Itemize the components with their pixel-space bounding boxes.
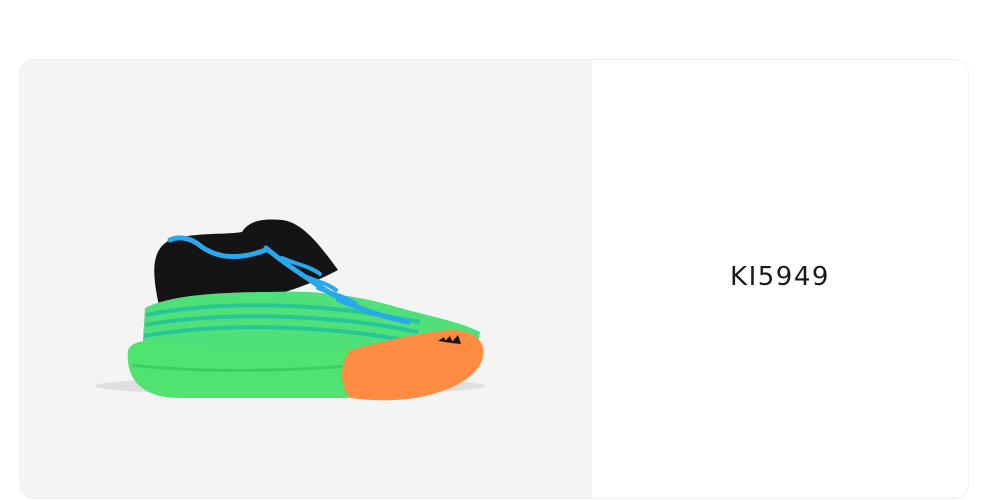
shoe-icon — [95, 219, 485, 401]
product-sku: KI5949 — [730, 262, 830, 292]
product-info: KI5949 — [592, 60, 968, 498]
product-image[interactable] — [20, 60, 592, 498]
product-card[interactable]: KI5949 — [20, 60, 968, 498]
